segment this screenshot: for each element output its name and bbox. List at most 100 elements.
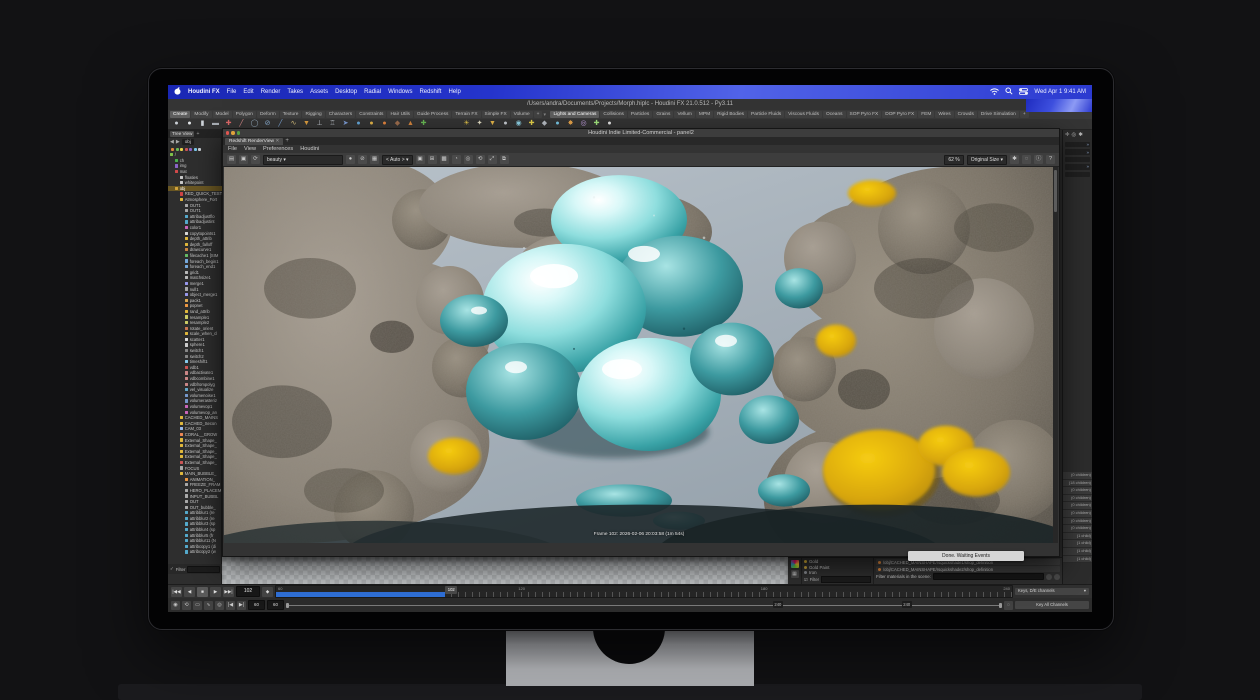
shelf-tool-icon[interactable]: ▬	[211, 119, 220, 129]
menubar-item-render[interactable]: Render	[261, 89, 281, 95]
layers-icon[interactable]: ⧉	[500, 155, 509, 164]
reset-icon[interactable]: ⟲	[476, 155, 485, 164]
shelf-tool-icon[interactable]: ▮	[198, 119, 207, 129]
go-end-icon[interactable]: ▶▶|	[223, 587, 234, 597]
scrollbar-thumb[interactable]	[1054, 170, 1057, 212]
refresh-icon[interactable]: ⟳	[251, 155, 260, 164]
tree-filter-input[interactable]	[187, 566, 220, 573]
tab-redshift-renderview[interactable]: Redshift RenderView ✕	[225, 138, 283, 145]
shelf-tab[interactable]: Vellum	[674, 111, 694, 118]
step-end-icon[interactable]: ▶|	[237, 601, 246, 610]
tab-add-icon[interactable]: +	[285, 138, 289, 145]
play-icon[interactable]: ▶	[210, 587, 221, 597]
playback-start-field[interactable]: 60	[267, 600, 284, 610]
fit-select[interactable]: Original Size ▾	[967, 155, 1007, 165]
search-icon[interactable]	[1005, 87, 1013, 97]
parameter-field[interactable]	[1065, 172, 1090, 177]
filter-obj-icon[interactable]	[171, 148, 174, 151]
parameter-field[interactable]: »	[1065, 164, 1090, 169]
shelf-tab[interactable]: Constraints	[356, 111, 386, 118]
simrange-icon[interactable]: ▭	[193, 601, 202, 610]
palette-icon[interactable]	[791, 560, 799, 568]
timeline-ruler[interactable]: 60120180240 102	[275, 585, 1013, 598]
ab-compare-icon[interactable]: ●	[346, 155, 355, 164]
shelf-tab[interactable]: Volume	[511, 111, 533, 118]
tab-close-icon[interactable]: ✕	[275, 139, 279, 144]
clock-icon[interactable]: ◔	[452, 155, 461, 164]
toggle-dark-icon[interactable]	[1046, 574, 1052, 580]
wifi-icon[interactable]	[990, 88, 999, 97]
shelf-tab[interactable]: Lights and Cameras	[550, 111, 599, 118]
shelf-tab[interactable]: MPM	[696, 111, 713, 118]
menu-preferences[interactable]: Preferences	[263, 146, 293, 152]
shelf-tab[interactable]: Oceans	[823, 111, 846, 118]
shelf-tab[interactable]: Particles	[628, 111, 652, 118]
menubar-item-windows[interactable]: Windows	[388, 89, 412, 95]
filter-sop-icon[interactable]	[176, 148, 179, 151]
shelf-tab[interactable]: Particle Fluids	[748, 111, 784, 118]
info-icon[interactable]: ⓘ	[1034, 155, 1043, 164]
render-scrollbar[interactable]	[1053, 167, 1058, 543]
shelf-tab[interactable]: Grains	[653, 111, 673, 118]
gear-icon[interactable]: ✱	[1010, 155, 1019, 164]
menubar-item-redshift[interactable]: Redshift	[419, 89, 441, 95]
snapshot-icon[interactable]: ▣	[239, 155, 248, 164]
render-pass-select[interactable]: beauty ▾	[263, 155, 343, 165]
lock-icon[interactable]: ▣	[416, 155, 425, 164]
toggle-light-icon[interactable]	[1054, 574, 1060, 580]
keyframe-icon[interactable]: ◆	[262, 587, 273, 597]
global-start-field[interactable]: 60	[248, 600, 265, 610]
menubar-item-edit[interactable]: Edit	[243, 89, 253, 95]
playhead[interactable]: 102	[445, 586, 457, 594]
shelf-tab[interactable]: Polygon	[233, 111, 256, 118]
scene-filter-input[interactable]	[933, 573, 1044, 580]
menubar-item-takes[interactable]: Takes	[287, 89, 303, 95]
grid-icon[interactable]: ⊞	[428, 155, 437, 164]
menubar-item-file[interactable]: File	[227, 89, 237, 95]
shelf-tab[interactable]: Modify	[191, 111, 211, 118]
key-all-channels-button[interactable]: Key All Channels	[1015, 601, 1089, 609]
open-folder-icon[interactable]: ▤	[227, 155, 236, 164]
shelf-tab[interactable]: Simple FX	[482, 111, 510, 118]
target-icon[interactable]: ◎	[1072, 132, 1077, 138]
material-row[interactable]: Iron	[804, 570, 871, 575]
menubar-item-help[interactable]: Help	[448, 89, 460, 95]
shelf-tab[interactable]: Deform	[257, 111, 279, 118]
magnifier-icon[interactable]: ◌	[1022, 155, 1031, 164]
loop-icon[interactable]: ⟲	[182, 601, 191, 610]
zoom-percent[interactable]: 62 %	[944, 155, 963, 165]
shelf-tab[interactable]: DOP Pyro FX	[882, 111, 917, 118]
render-image[interactable]: Frame 102: 2026-02-06 20:03:58 (1m 54s)	[224, 167, 1054, 543]
filter-other-icon[interactable]	[198, 148, 201, 151]
menu-houdini[interactable]: Houdini	[300, 146, 319, 152]
help-icon[interactable]: ?	[1046, 155, 1055, 164]
keys-display-dropdown[interactable]: Keys, D/E channels▾	[1015, 588, 1089, 594]
region-render-icon[interactable]: ⊘	[358, 155, 367, 164]
step-back-icon[interactable]: ◀	[184, 587, 195, 597]
materials-filter-input[interactable]	[821, 576, 871, 583]
filter-checkbox[interactable]: ☑	[804, 577, 808, 582]
shelf-tab[interactable]: Crowds	[955, 111, 977, 118]
shelf-tab[interactable]: Rigid Bodies	[714, 111, 747, 118]
parameter-field[interactable]: »	[1065, 149, 1090, 154]
shelf-tab[interactable]: Characters	[326, 111, 355, 118]
range-slider[interactable]: 240 240	[286, 601, 1002, 609]
gear-icon[interactable]: ✱	[1078, 132, 1083, 138]
range-handle-right[interactable]	[999, 603, 1002, 608]
bucket-size-select[interactable]: < Auto > ▾	[382, 155, 413, 165]
filter-img-icon[interactable]	[189, 148, 192, 151]
tab-tree-view[interactable]: Tree View	[170, 131, 194, 137]
shelf-tab[interactable]: Terrain FX	[452, 111, 480, 118]
magnifier-icon[interactable]: ◌	[1004, 601, 1013, 610]
menubar-item-app[interactable]: Houdini FX	[188, 89, 220, 95]
shelf-tab[interactable]: Guide Process	[414, 111, 451, 118]
material-path-row[interactable]: /obj/CACHED_MAINSHAPE/rsquickshade2/shop…	[876, 566, 1060, 572]
shelf-tab[interactable]: FEM	[918, 111, 934, 118]
render-window-titlebar[interactable]: Houdini Indie Limited-Commercial - panel…	[223, 129, 1059, 137]
shelf-tab[interactable]: Model	[213, 111, 232, 118]
go-start-icon[interactable]: |◀◀	[171, 587, 182, 597]
parameter-field[interactable]	[1065, 157, 1090, 162]
target-icon[interactable]: ◎	[464, 155, 473, 164]
menu-file[interactable]: File	[228, 146, 237, 152]
filter-checkbox[interactable]: ✓	[170, 566, 174, 572]
